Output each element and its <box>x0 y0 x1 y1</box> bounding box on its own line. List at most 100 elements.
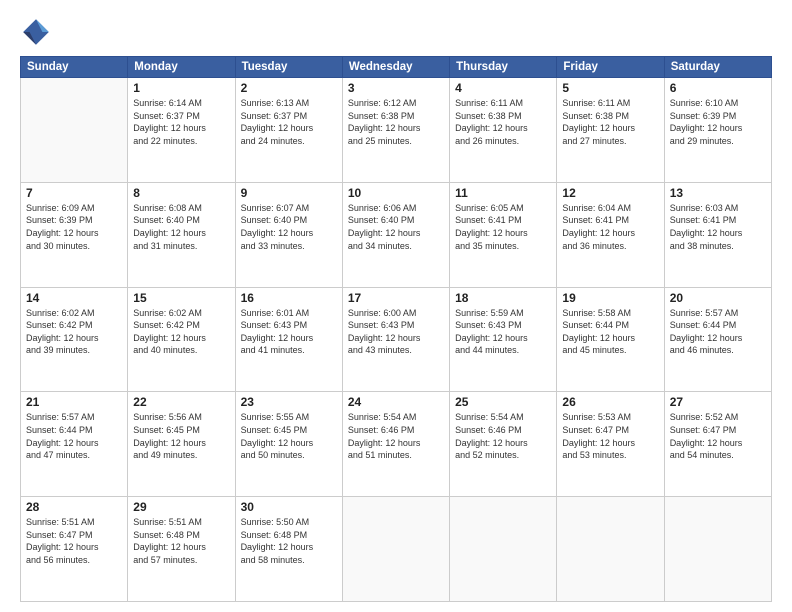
cell-info: Sunrise: 5:57 AM Sunset: 6:44 PM Dayligh… <box>26 411 122 461</box>
day-number: 2 <box>241 81 337 95</box>
day-number: 18 <box>455 291 551 305</box>
calendar-cell: 28Sunrise: 5:51 AM Sunset: 6:47 PM Dayli… <box>21 497 128 602</box>
week-row-4: 21 Sunrise: 5:57 AM Sunset: 6:44 PM Dayli… <box>21 392 772 497</box>
weekday-header-wednesday: Wednesday <box>342 57 449 78</box>
calendar-cell: 1Sunrise: 6:14 AM Sunset: 6:37 PM Daylig… <box>128 78 235 183</box>
day-number: 17 <box>348 291 444 305</box>
calendar-cell <box>342 497 449 602</box>
day-number: 26 <box>562 395 658 409</box>
calendar-cell: 29 Sunrise: 5:51 AM Sunset: 6:48 PM Dayli… <box>128 497 235 602</box>
day-number: 3 <box>348 81 444 95</box>
cell-info: Sunrise: 5:51 AM Sunset: 6:48 PM Dayligh… <box>133 516 229 566</box>
day-number: 29 <box>133 500 229 514</box>
day-number: 27 <box>670 395 766 409</box>
day-number: 11 <box>455 186 551 200</box>
cell-info: Sunrise: 6:06 AM Sunset: 6:40 PM Dayligh… <box>348 202 444 252</box>
cell-info: Sunrise: 5:52 AM Sunset: 6:47 PM Dayligh… <box>670 411 766 461</box>
day-number: 9 <box>241 186 337 200</box>
calendar-cell: 3 Sunrise: 6:12 AM Sunset: 6:38 PM Daylig… <box>342 78 449 183</box>
day-number: 12 <box>562 186 658 200</box>
calendar-cell: 21 Sunrise: 5:57 AM Sunset: 6:44 PM Dayli… <box>21 392 128 497</box>
cell-info: Sunrise: 5:57 AM Sunset: 6:44 PM Dayligh… <box>670 307 766 357</box>
day-number: 13 <box>670 186 766 200</box>
calendar-cell: 20 Sunrise: 5:57 AM Sunset: 6:44 PM Dayli… <box>664 287 771 392</box>
day-number: 15 <box>133 291 229 305</box>
cell-info: Sunrise: 5:59 AM Sunset: 6:43 PM Dayligh… <box>455 307 551 357</box>
weekday-header-saturday: Saturday <box>664 57 771 78</box>
page: SundayMondayTuesdayWednesdayThursdayFrid… <box>0 0 792 612</box>
day-number: 25 <box>455 395 551 409</box>
cell-info: Sunrise: 6:04 AM Sunset: 6:41 PM Dayligh… <box>562 202 658 252</box>
calendar-cell <box>21 78 128 183</box>
day-number: 22 <box>133 395 229 409</box>
calendar-cell: 15Sunrise: 6:02 AM Sunset: 6:42 PM Dayli… <box>128 287 235 392</box>
day-number: 4 <box>455 81 551 95</box>
calendar-cell: 19Sunrise: 5:58 AM Sunset: 6:44 PM Dayli… <box>557 287 664 392</box>
day-number: 30 <box>241 500 337 514</box>
cell-info: Sunrise: 6:12 AM Sunset: 6:38 PM Dayligh… <box>348 97 444 147</box>
day-number: 5 <box>562 81 658 95</box>
week-row-3: 14 Sunrise: 6:02 AM Sunset: 6:42 PM Dayli… <box>21 287 772 392</box>
weekday-header-tuesday: Tuesday <box>235 57 342 78</box>
cell-info: Sunrise: 6:13 AM Sunset: 6:37 PM Dayligh… <box>241 97 337 147</box>
cell-info: Sunrise: 5:56 AM Sunset: 6:45 PM Dayligh… <box>133 411 229 461</box>
cell-info: Sunrise: 5:50 AM Sunset: 6:48 PM Dayligh… <box>241 516 337 566</box>
logo-icon <box>20 16 52 48</box>
day-number: 19 <box>562 291 658 305</box>
cell-info: Sunrise: 5:51 AM Sunset: 6:47 PM Dayligh… <box>26 516 122 566</box>
cell-info: Sunrise: 6:11 AM Sunset: 6:38 PM Dayligh… <box>562 97 658 147</box>
day-number: 23 <box>241 395 337 409</box>
day-number: 7 <box>26 186 122 200</box>
calendar-cell: 26 Sunrise: 5:53 AM Sunset: 6:47 PM Dayli… <box>557 392 664 497</box>
cell-info: Sunrise: 6:08 AM Sunset: 6:40 PM Dayligh… <box>133 202 229 252</box>
cell-info: Sunrise: 6:00 AM Sunset: 6:43 PM Dayligh… <box>348 307 444 357</box>
calendar-cell: 22 Sunrise: 5:56 AM Sunset: 6:45 PM Dayli… <box>128 392 235 497</box>
day-number: 10 <box>348 186 444 200</box>
cell-info: Sunrise: 5:53 AM Sunset: 6:47 PM Dayligh… <box>562 411 658 461</box>
calendar-cell <box>664 497 771 602</box>
cell-info: Sunrise: 6:11 AM Sunset: 6:38 PM Dayligh… <box>455 97 551 147</box>
calendar-cell: 14 Sunrise: 6:02 AM Sunset: 6:42 PM Dayli… <box>21 287 128 392</box>
weekday-header-sunday: Sunday <box>21 57 128 78</box>
calendar-cell: 16 Sunrise: 6:01 AM Sunset: 6:43 PM Dayli… <box>235 287 342 392</box>
calendar-cell: 5 Sunrise: 6:11 AM Sunset: 6:38 PM Daylig… <box>557 78 664 183</box>
day-number: 8 <box>133 186 229 200</box>
weekday-header-monday: Monday <box>128 57 235 78</box>
cell-info: Sunrise: 6:03 AM Sunset: 6:41 PM Dayligh… <box>670 202 766 252</box>
calendar-cell: 10 Sunrise: 6:06 AM Sunset: 6:40 PM Dayli… <box>342 182 449 287</box>
calendar-cell: 2 Sunrise: 6:13 AM Sunset: 6:37 PM Daylig… <box>235 78 342 183</box>
week-row-5: 28Sunrise: 5:51 AM Sunset: 6:47 PM Dayli… <box>21 497 772 602</box>
cell-info: Sunrise: 6:09 AM Sunset: 6:39 PM Dayligh… <box>26 202 122 252</box>
calendar-cell: 12 Sunrise: 6:04 AM Sunset: 6:41 PM Dayli… <box>557 182 664 287</box>
cell-info: Sunrise: 5:55 AM Sunset: 6:45 PM Dayligh… <box>241 411 337 461</box>
day-number: 21 <box>26 395 122 409</box>
calendar-cell: 24 Sunrise: 5:54 AM Sunset: 6:46 PM Dayli… <box>342 392 449 497</box>
day-number: 16 <box>241 291 337 305</box>
calendar-cell: 23 Sunrise: 5:55 AM Sunset: 6:45 PM Dayli… <box>235 392 342 497</box>
calendar-cell: 11 Sunrise: 6:05 AM Sunset: 6:41 PM Dayli… <box>450 182 557 287</box>
cell-info: Sunrise: 6:10 AM Sunset: 6:39 PM Dayligh… <box>670 97 766 147</box>
day-number: 6 <box>670 81 766 95</box>
logo <box>20 16 56 48</box>
weekday-header-friday: Friday <box>557 57 664 78</box>
calendar-cell: 9Sunrise: 6:07 AM Sunset: 6:40 PM Daylig… <box>235 182 342 287</box>
calendar-cell <box>450 497 557 602</box>
cell-info: Sunrise: 6:01 AM Sunset: 6:43 PM Dayligh… <box>241 307 337 357</box>
cell-info: Sunrise: 5:54 AM Sunset: 6:46 PM Dayligh… <box>455 411 551 461</box>
calendar-cell: 18 Sunrise: 5:59 AM Sunset: 6:43 PM Dayli… <box>450 287 557 392</box>
day-number: 20 <box>670 291 766 305</box>
calendar-cell: 7 Sunrise: 6:09 AM Sunset: 6:39 PM Daylig… <box>21 182 128 287</box>
cell-info: Sunrise: 6:02 AM Sunset: 6:42 PM Dayligh… <box>26 307 122 357</box>
weekday-header-row: SundayMondayTuesdayWednesdayThursdayFrid… <box>21 57 772 78</box>
cell-info: Sunrise: 5:54 AM Sunset: 6:46 PM Dayligh… <box>348 411 444 461</box>
calendar-cell: 13 Sunrise: 6:03 AM Sunset: 6:41 PM Dayli… <box>664 182 771 287</box>
calendar-cell <box>557 497 664 602</box>
week-row-1: 1Sunrise: 6:14 AM Sunset: 6:37 PM Daylig… <box>21 78 772 183</box>
calendar-cell: 4 Sunrise: 6:11 AM Sunset: 6:38 PM Daylig… <box>450 78 557 183</box>
calendar-cell: 25 Sunrise: 5:54 AM Sunset: 6:46 PM Dayli… <box>450 392 557 497</box>
day-number: 24 <box>348 395 444 409</box>
calendar-cell: 8 Sunrise: 6:08 AM Sunset: 6:40 PM Daylig… <box>128 182 235 287</box>
cell-info: Sunrise: 6:05 AM Sunset: 6:41 PM Dayligh… <box>455 202 551 252</box>
cell-info: Sunrise: 6:14 AM Sunset: 6:37 PM Dayligh… <box>133 97 229 147</box>
day-number: 14 <box>26 291 122 305</box>
